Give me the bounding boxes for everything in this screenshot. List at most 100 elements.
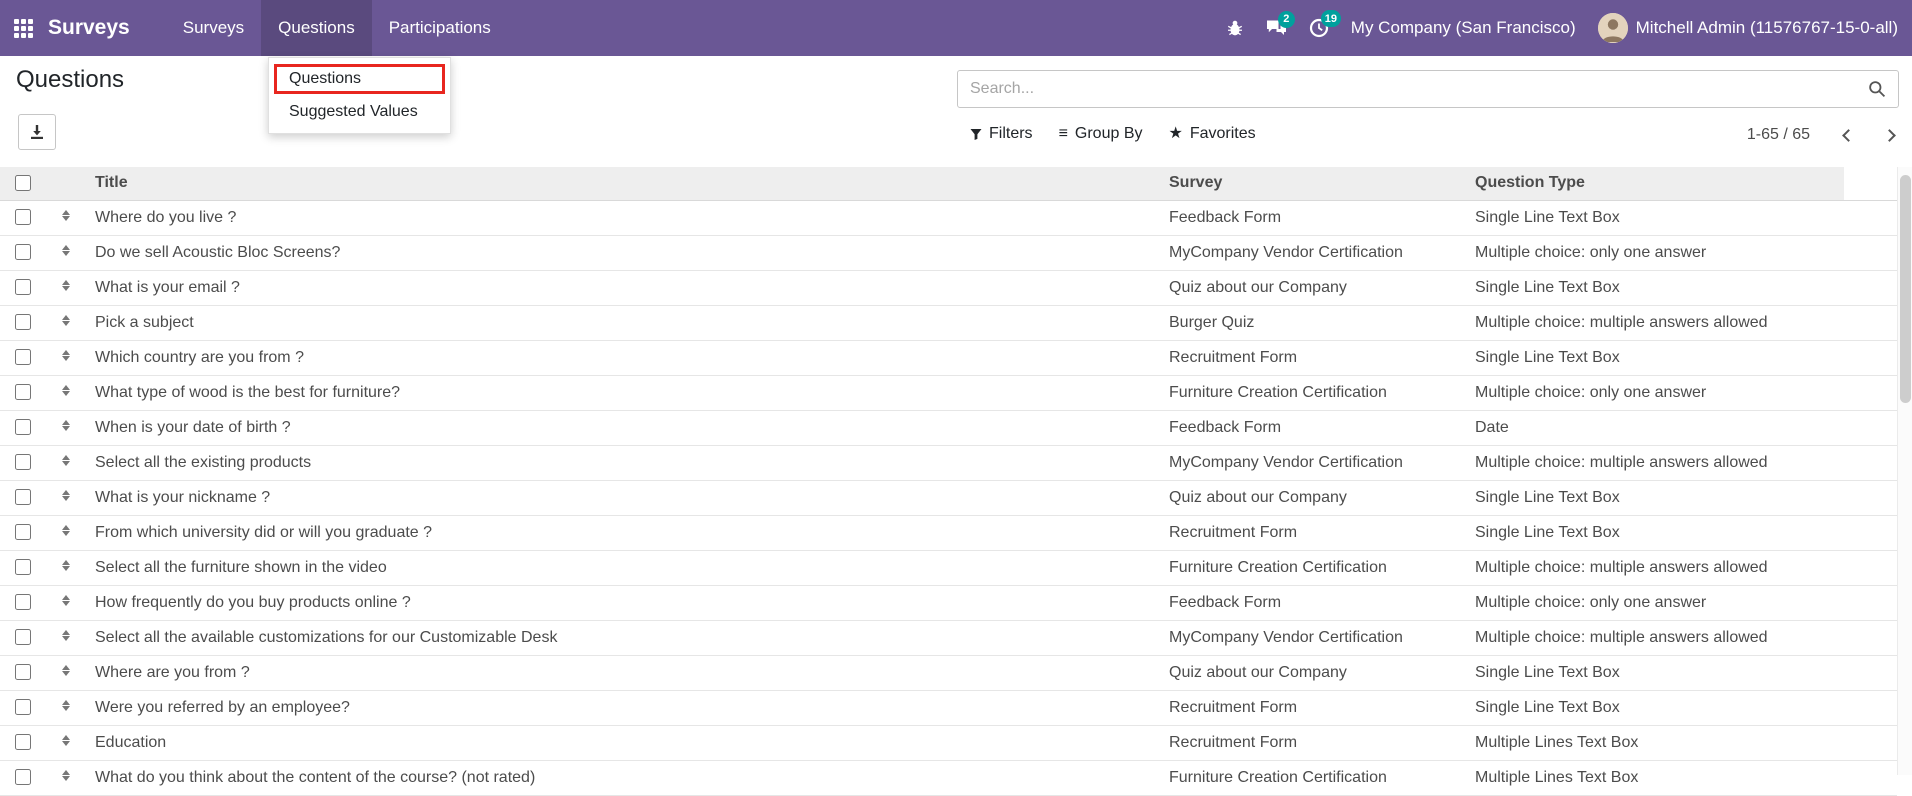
row-question-type: Multiple choice: only one answer — [1465, 235, 1844, 271]
row-checkbox[interactable] — [15, 244, 31, 261]
row-checkbox[interactable] — [15, 524, 31, 541]
table-row[interactable]: How frequently do you buy products onlin… — [0, 585, 1897, 621]
table-row[interactable]: Do we sell Acoustic Bloc Screens? MyComp… — [0, 235, 1897, 271]
drag-handle[interactable] — [46, 445, 85, 481]
drag-handle[interactable] — [46, 550, 85, 586]
row-checkbox[interactable] — [15, 699, 31, 716]
drag-handle[interactable] — [46, 200, 85, 236]
column-header-survey[interactable]: Survey — [1159, 167, 1465, 201]
row-title: When is your date of birth ? — [85, 410, 1159, 446]
filters-button[interactable]: Filters — [962, 121, 1041, 147]
dropdown-item-questions[interactable]: Questions — [274, 64, 445, 94]
table-row[interactable]: When is your date of birth ? Feedback Fo… — [0, 410, 1897, 446]
drag-handle[interactable] — [46, 620, 85, 656]
row-title: What is your email ? — [85, 270, 1159, 306]
table-row[interactable]: What is your nickname ? Quiz about our C… — [0, 480, 1897, 516]
sort-arrows-icon — [61, 244, 70, 257]
page-title: Questions — [16, 66, 125, 93]
scrollbar-thumb[interactable] — [1900, 175, 1911, 403]
menu-item-participations[interactable]: Participations — [372, 0, 508, 56]
company-switcher[interactable]: My Company (San Francisco) — [1351, 18, 1576, 38]
table-row[interactable]: Where do you live ? Feedback Form Single… — [0, 200, 1897, 236]
row-checkbox[interactable] — [15, 594, 31, 611]
search-button[interactable] — [1856, 71, 1898, 107]
dropdown-item-suggested-values[interactable]: Suggested Values — [269, 97, 450, 127]
table-row[interactable]: Pick a subject Burger Quiz Multiple choi… — [0, 305, 1897, 341]
vertical-scrollbar[interactable] — [1897, 167, 1912, 775]
row-title: Where are you from ? — [85, 655, 1159, 691]
drag-handle[interactable] — [46, 585, 85, 621]
row-extra-cell — [1844, 620, 1897, 656]
pager-previous-button[interactable] — [1842, 128, 1855, 142]
debug-menu-button[interactable] — [1226, 19, 1244, 37]
table-row[interactable]: Education Recruitment Form Multiple Line… — [0, 725, 1897, 761]
activities-menu-button[interactable]: 19 — [1309, 10, 1342, 38]
sort-arrows-icon — [61, 769, 70, 782]
magnifier-icon — [1869, 81, 1886, 98]
drag-handle[interactable] — [46, 760, 85, 796]
drag-handle[interactable] — [46, 410, 85, 446]
row-checkbox[interactable] — [15, 314, 31, 331]
table-row[interactable]: From which university did or will you gr… — [0, 515, 1897, 551]
messages-menu-button[interactable]: 2 — [1266, 10, 1295, 38]
drag-handle[interactable] — [46, 725, 85, 761]
row-survey: MyCompany Vendor Certification — [1159, 445, 1465, 481]
row-survey: Recruitment Form — [1159, 340, 1465, 376]
drag-handle[interactable] — [46, 655, 85, 691]
apps-menu-button[interactable] — [0, 0, 46, 56]
activities-count-badge: 19 — [1320, 10, 1342, 27]
table-row[interactable]: What type of wood is the best for furnit… — [0, 375, 1897, 411]
pager-next-button[interactable] — [1883, 128, 1896, 142]
app-brand[interactable]: Surveys — [48, 0, 130, 56]
export-button[interactable] — [18, 114, 56, 150]
menu-item-surveys[interactable]: Surveys — [166, 0, 261, 56]
row-checkbox[interactable] — [15, 489, 31, 506]
row-checkbox[interactable] — [15, 734, 31, 751]
select-all-checkbox[interactable] — [15, 175, 31, 192]
group-by-button[interactable]: ≡ Group By — [1051, 121, 1151, 147]
drag-handle[interactable] — [46, 305, 85, 341]
table-row[interactable]: What is your email ? Quiz about our Comp… — [0, 270, 1897, 306]
row-checkbox[interactable] — [15, 349, 31, 366]
table-row[interactable]: What do you think about the content of t… — [0, 760, 1897, 796]
drag-handle[interactable] — [46, 480, 85, 516]
row-checkbox[interactable] — [15, 769, 31, 786]
row-extra-cell — [1844, 445, 1897, 481]
drag-handle[interactable] — [46, 270, 85, 306]
pager-range[interactable]: 1-65 / 65 — [1747, 126, 1810, 144]
row-checkbox[interactable] — [15, 209, 31, 226]
drag-handle[interactable] — [46, 515, 85, 551]
table-row[interactable]: Where are you from ? Quiz about our Comp… — [0, 655, 1897, 691]
row-extra-cell — [1844, 515, 1897, 551]
bug-icon — [1227, 20, 1242, 36]
sort-arrows-icon — [61, 594, 70, 607]
row-checkbox[interactable] — [15, 279, 31, 296]
row-checkbox[interactable] — [15, 559, 31, 576]
column-header-title[interactable]: Title — [85, 167, 1159, 201]
row-title: Select all the furniture shown in the vi… — [85, 550, 1159, 586]
menu-item-questions[interactable]: Questions — [261, 0, 372, 56]
row-checkbox[interactable] — [15, 454, 31, 471]
table-row[interactable]: Select all the furniture shown in the vi… — [0, 550, 1897, 586]
user-menu[interactable]: Mitchell Admin (11576767-15-0-all) — [1597, 13, 1898, 43]
table-row[interactable]: Select all the available customizations … — [0, 620, 1897, 656]
table-row[interactable]: Were you referred by an employee? Recrui… — [0, 690, 1897, 726]
search-input[interactable] — [958, 80, 1856, 98]
row-checkbox[interactable] — [15, 664, 31, 681]
top-navbar: Surveys Surveys Questions Participations… — [0, 0, 1912, 56]
row-question-type: Multiple choice: multiple answers allowe… — [1465, 620, 1844, 656]
drag-handle[interactable] — [46, 375, 85, 411]
drag-handle[interactable] — [46, 340, 85, 376]
row-extra-cell — [1844, 655, 1897, 691]
drag-handle[interactable] — [46, 235, 85, 271]
favorites-button[interactable]: ★ Favorites — [1161, 121, 1264, 147]
row-question-type: Multiple Lines Text Box — [1465, 725, 1844, 761]
row-question-type: Multiple choice: only one answer — [1465, 375, 1844, 411]
table-row[interactable]: Which country are you from ? Recruitment… — [0, 340, 1897, 376]
table-row[interactable]: Select all the existing products MyCompa… — [0, 445, 1897, 481]
row-checkbox[interactable] — [15, 419, 31, 436]
drag-handle[interactable] — [46, 690, 85, 726]
row-checkbox[interactable] — [15, 384, 31, 401]
column-header-question-type[interactable]: Question Type — [1465, 167, 1844, 201]
row-checkbox[interactable] — [15, 629, 31, 646]
